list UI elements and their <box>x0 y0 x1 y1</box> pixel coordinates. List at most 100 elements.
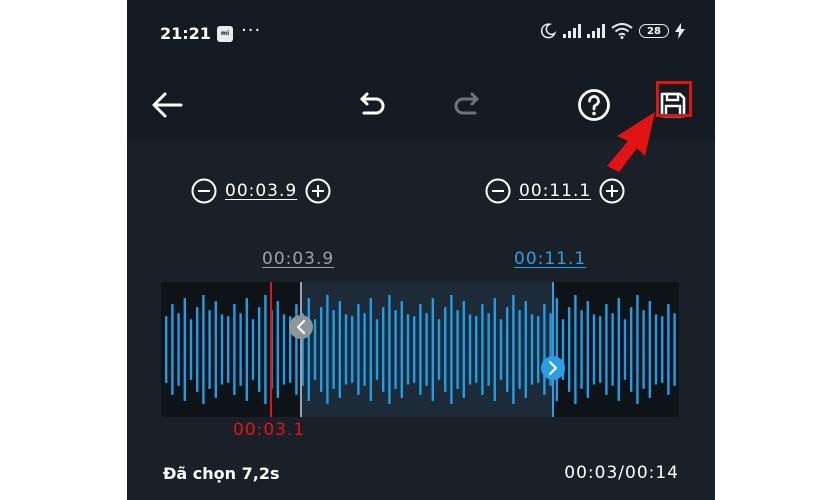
waveform-bar <box>431 298 434 401</box>
status-bar: 21:21 mi ··· 28 <box>127 0 715 70</box>
waveform-bar <box>530 314 534 385</box>
waveform-bar <box>475 316 478 383</box>
save-highlight-box <box>656 81 692 117</box>
waveform-bar <box>599 316 602 383</box>
waveform-bar <box>518 310 521 389</box>
waveform-bar <box>344 314 348 385</box>
back-button[interactable] <box>144 82 190 128</box>
waveform-bar <box>654 314 658 385</box>
moon-icon <box>540 23 557 39</box>
waveform-bar <box>437 319 441 380</box>
charging-icon <box>675 23 685 39</box>
waveform-bar <box>208 310 211 389</box>
waveform-bar <box>648 301 651 398</box>
end-increase-button[interactable] <box>599 178 625 204</box>
waveform-bar <box>642 310 645 389</box>
end-decrease-button[interactable] <box>485 178 511 204</box>
waveform-bar <box>363 313 366 386</box>
waveform-bar <box>444 307 447 392</box>
waveform-bar <box>369 298 372 401</box>
plus-circle-icon <box>305 178 331 204</box>
waveform-bar <box>555 298 558 401</box>
plus-circle-icon <box>599 178 625 204</box>
redo-icon <box>454 92 479 115</box>
waveform-bar <box>202 295 205 404</box>
app-notification-icon: mi <box>217 26 233 42</box>
waveform-bar <box>636 295 639 404</box>
phone-screen: 21:21 mi ··· 28 00:03.9 00:11.1 00:03.9 … <box>127 0 715 500</box>
start-handle[interactable] <box>289 315 313 339</box>
waveform-bar <box>630 307 633 392</box>
waveform-bar <box>623 319 627 380</box>
waveform-bar <box>382 307 385 392</box>
end-time-control: 00:11.1 <box>485 178 625 204</box>
waveform-bar <box>245 298 248 401</box>
waveform-bar <box>406 314 410 385</box>
waveform-bar <box>419 304 422 395</box>
status-icons: 28 <box>539 22 685 40</box>
waveform-bar <box>400 301 403 398</box>
redo-button[interactable] <box>443 82 489 128</box>
start-time-value[interactable]: 00:03.9 <box>225 181 297 201</box>
waveform-bar <box>276 301 279 398</box>
minus-circle-icon <box>191 178 217 204</box>
waveform-bar <box>183 298 186 401</box>
waveform[interactable] <box>161 282 679 417</box>
waveform-bar <box>524 301 527 398</box>
start-time-control: 00:03.9 <box>191 178 331 204</box>
waveform-bar <box>456 310 459 389</box>
waveform-bar <box>214 301 217 398</box>
waveform-bar <box>388 295 391 404</box>
waveform-bar <box>574 295 577 404</box>
signal-icon-2 <box>587 24 605 38</box>
selected-duration: Đã chọn 7,2s <box>163 464 280 483</box>
waveform-bar <box>338 301 341 398</box>
waveform-bar <box>543 304 546 395</box>
waveform-bar <box>326 295 329 404</box>
waveform-bar <box>617 298 620 401</box>
waveform-bar <box>462 301 465 398</box>
waveform-bar <box>586 301 589 398</box>
waveform-bar <box>667 304 670 395</box>
waveform-bar <box>487 313 490 386</box>
battery-level: 28 <box>639 24 669 38</box>
end-time-value[interactable]: 00:11.1 <box>519 181 591 201</box>
waveform-bar <box>605 304 608 395</box>
waveform-bar <box>468 314 472 385</box>
waveform-bar <box>171 304 174 395</box>
waveform-bar <box>251 319 255 380</box>
waveform-bar <box>394 310 397 389</box>
waveform-bar <box>165 316 168 383</box>
signal-icon <box>563 24 581 38</box>
undo-icon <box>360 92 385 115</box>
waveform-bar <box>493 298 496 401</box>
start-decrease-button[interactable] <box>191 178 217 204</box>
waveform-bar <box>537 316 540 383</box>
end-handle[interactable] <box>541 356 565 380</box>
waveform-bar <box>320 307 323 392</box>
waveform-bar <box>512 295 515 404</box>
waveform-bar <box>611 313 614 386</box>
waveform-bar <box>413 316 416 383</box>
waveform-bar <box>282 314 286 385</box>
waveform-bar <box>661 316 664 383</box>
waveform-bar <box>351 316 354 383</box>
waveform-bar <box>332 310 335 389</box>
waveform-bar <box>313 319 317 380</box>
waveform-bar <box>568 307 571 392</box>
waveform-bar <box>499 319 503 380</box>
playback-progress: 00:03/00:14 <box>564 463 679 483</box>
waveform-bar <box>227 316 230 383</box>
waveform-bar <box>673 313 676 386</box>
waveform-bar <box>233 304 236 395</box>
undo-button[interactable] <box>350 82 396 128</box>
waveform-bar <box>196 307 199 392</box>
wifi-icon <box>611 23 633 39</box>
waveform-bar <box>357 304 360 395</box>
pointer-arrow-icon <box>607 112 655 172</box>
more-notifications-icon: ··· <box>241 20 262 41</box>
arrow-left-icon <box>152 92 183 118</box>
start-marker-time: 00:03.9 <box>262 249 335 269</box>
waveform-bar <box>189 319 193 380</box>
start-increase-button[interactable] <box>305 178 331 204</box>
